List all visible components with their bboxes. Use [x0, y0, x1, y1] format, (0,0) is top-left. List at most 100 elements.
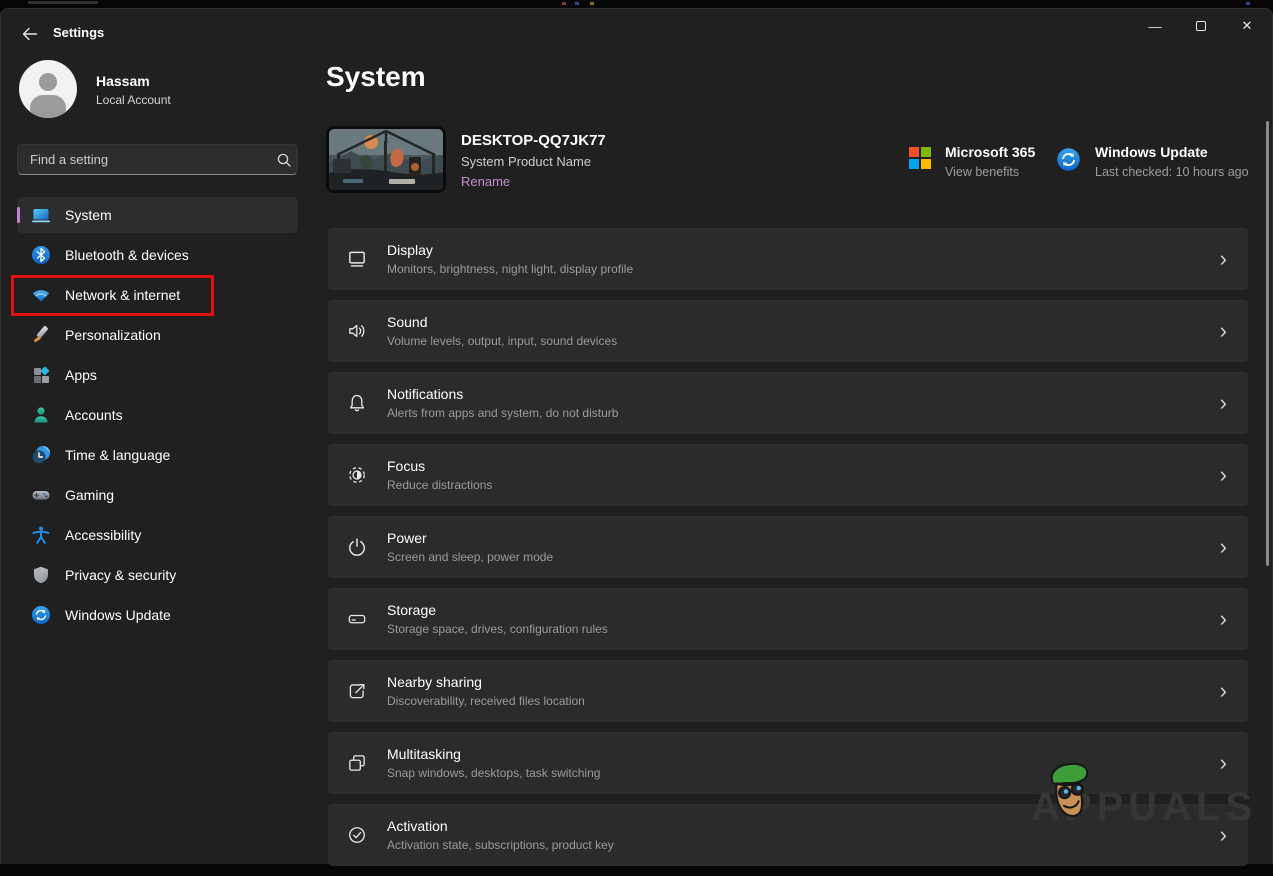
- microsoft-365-subtitle: View benefits: [945, 165, 1020, 179]
- windows-update-icon: [31, 605, 51, 625]
- window-title: Settings: [53, 25, 105, 40]
- settings-row-nearby-sharing[interactable]: Nearby sharing Discoverability, received …: [328, 660, 1248, 722]
- row-title: Focus: [387, 458, 426, 474]
- windows-update-subtitle: Last checked: 10 hours ago: [1095, 165, 1249, 179]
- focus-icon: [346, 464, 368, 486]
- background-window-text-fragment: [28, 1, 98, 4]
- sidebar: System Bluetooth & devices Network & int…: [17, 197, 298, 637]
- sidebar-item-system[interactable]: System: [17, 197, 298, 233]
- windows-update-title: Windows Update: [1095, 144, 1208, 160]
- user-block[interactable]: Hassam Local Account: [96, 73, 171, 107]
- avatar[interactable]: [19, 60, 77, 118]
- device-name: DESKTOP-QQ7JK77: [461, 132, 606, 149]
- row-title: Sound: [387, 314, 428, 330]
- row-title: Multitasking: [387, 746, 461, 762]
- sound-icon: [346, 320, 368, 342]
- device-wallpaper-thumbnail: [326, 126, 446, 193]
- time-language-icon: [31, 445, 51, 465]
- sidebar-item-time-language[interactable]: Time & language: [17, 437, 298, 473]
- sidebar-item-apps[interactable]: Apps: [17, 357, 298, 393]
- sidebar-item-label: Network & internet: [65, 287, 181, 303]
- maximize-button[interactable]: [1178, 9, 1224, 43]
- sidebar-item-label: Bluetooth & devices: [65, 247, 189, 263]
- windows-update-badge: [1056, 147, 1081, 172]
- chevron-right-icon: ›: [1219, 606, 1227, 631]
- maximize-icon: [1196, 21, 1206, 31]
- row-title: Storage: [387, 602, 437, 618]
- row-subtitle: Volume levels, output, input, sound devi…: [387, 334, 618, 348]
- row-subtitle: Storage space, drives, configuration rul…: [387, 622, 608, 636]
- background-speck: [590, 2, 594, 5]
- close-icon: ✕: [1241, 18, 1253, 33]
- microsoft-logo: [909, 147, 931, 169]
- chevron-right-icon: ›: [1219, 534, 1227, 559]
- system-icon: [31, 205, 51, 225]
- settings-row-notifications[interactable]: Notifications Alerts from apps and system…: [328, 372, 1248, 434]
- microsoft-365-card[interactable]: Microsoft 365 View benefits: [909, 144, 1035, 179]
- search-input[interactable]: [18, 152, 271, 167]
- background-speck: [575, 2, 579, 5]
- row-title: Nearby sharing: [387, 674, 482, 690]
- avatar-person-icon: [39, 73, 57, 91]
- back-button[interactable]: [17, 23, 43, 45]
- search-box[interactable]: [17, 144, 298, 175]
- accessibility-icon: [31, 525, 51, 545]
- page-title: System: [326, 61, 426, 92]
- sidebar-item-accounts[interactable]: Accounts: [17, 397, 298, 433]
- settings-row-display[interactable]: Display Monitors, brightness, night light…: [328, 228, 1248, 290]
- settings-window: Settings — ✕ Hassam Local Account System: [0, 8, 1273, 866]
- row-subtitle: Screen and sleep, power mode: [387, 550, 554, 564]
- settings-row-storage[interactable]: Storage Storage space, drives, configurat…: [328, 588, 1248, 650]
- chevron-right-icon: ›: [1219, 678, 1227, 703]
- row-subtitle: Reduce distractions: [387, 478, 493, 492]
- settings-row-power[interactable]: Power Screen and sleep, power mode ›: [328, 516, 1248, 578]
- gaming-icon: [31, 485, 51, 505]
- privacy-security-icon: [31, 565, 51, 585]
- appuals-mascot: [1045, 761, 1097, 831]
- sidebar-item-network-internet[interactable]: Network & internet: [17, 277, 298, 313]
- sidebar-item-accessibility[interactable]: Accessibility: [17, 517, 298, 553]
- chevron-right-icon: ›: [1219, 462, 1227, 487]
- sidebar-item-label: Windows Update: [65, 607, 171, 623]
- settings-row-sound[interactable]: Sound Volume levels, output, input, sound…: [328, 300, 1248, 362]
- search-icon: [271, 152, 297, 168]
- accounts-icon: [31, 405, 51, 425]
- chevron-right-icon: ›: [1219, 246, 1227, 271]
- scrollbar-thumb[interactable]: [1266, 121, 1269, 566]
- settings-rows: Display Monitors, brightness, night light…: [328, 228, 1248, 876]
- background-speck: [562, 2, 566, 5]
- sidebar-item-label: Accessibility: [65, 527, 142, 543]
- settings-row-focus[interactable]: Focus Reduce distractions ›: [328, 444, 1248, 506]
- sidebar-item-windows-update[interactable]: Windows Update: [17, 597, 298, 633]
- apps-icon: [31, 365, 51, 385]
- sidebar-item-personalization[interactable]: Personalization: [17, 317, 298, 353]
- row-title: Activation: [387, 818, 448, 834]
- network-icon: [31, 285, 51, 305]
- device-info: DESKTOP-QQ7JK77 System Product Name Rena…: [461, 132, 606, 189]
- sidebar-item-label: System: [65, 207, 112, 223]
- multitasking-icon: [346, 752, 368, 774]
- minimize-button[interactable]: —: [1132, 9, 1178, 43]
- microsoft-365-title: Microsoft 365: [945, 144, 1036, 160]
- sidebar-item-bluetooth-devices[interactable]: Bluetooth & devices: [17, 237, 298, 273]
- sidebar-item-label: Privacy & security: [65, 567, 177, 583]
- row-subtitle: Alerts from apps and system, do not dist…: [387, 406, 619, 420]
- nearby-sharing-icon: [346, 680, 368, 702]
- sidebar-item-label: Personalization: [65, 327, 161, 343]
- back-arrow-icon: [22, 27, 38, 41]
- sidebar-item-privacy-security[interactable]: Privacy & security: [17, 557, 298, 593]
- windows-update-card[interactable]: Windows Update Last checked: 10 hours ag…: [1056, 144, 1249, 179]
- row-subtitle: Discoverability, received files location: [387, 694, 585, 708]
- background-speck: [1246, 2, 1250, 5]
- window-controls: — ✕: [1132, 9, 1270, 43]
- device-product-name: System Product Name: [461, 154, 592, 169]
- row-title: Power: [387, 530, 427, 546]
- sidebar-item-gaming[interactable]: Gaming: [17, 477, 298, 513]
- close-button[interactable]: ✕: [1224, 9, 1270, 43]
- rename-link[interactable]: Rename: [461, 174, 606, 189]
- sidebar-item-label: Gaming: [65, 487, 115, 503]
- row-subtitle: Activation state, subscriptions, product…: [387, 838, 614, 852]
- storage-icon: [346, 608, 368, 630]
- minimize-icon: —: [1148, 18, 1162, 34]
- row-subtitle: Snap windows, desktops, task switching: [387, 766, 601, 780]
